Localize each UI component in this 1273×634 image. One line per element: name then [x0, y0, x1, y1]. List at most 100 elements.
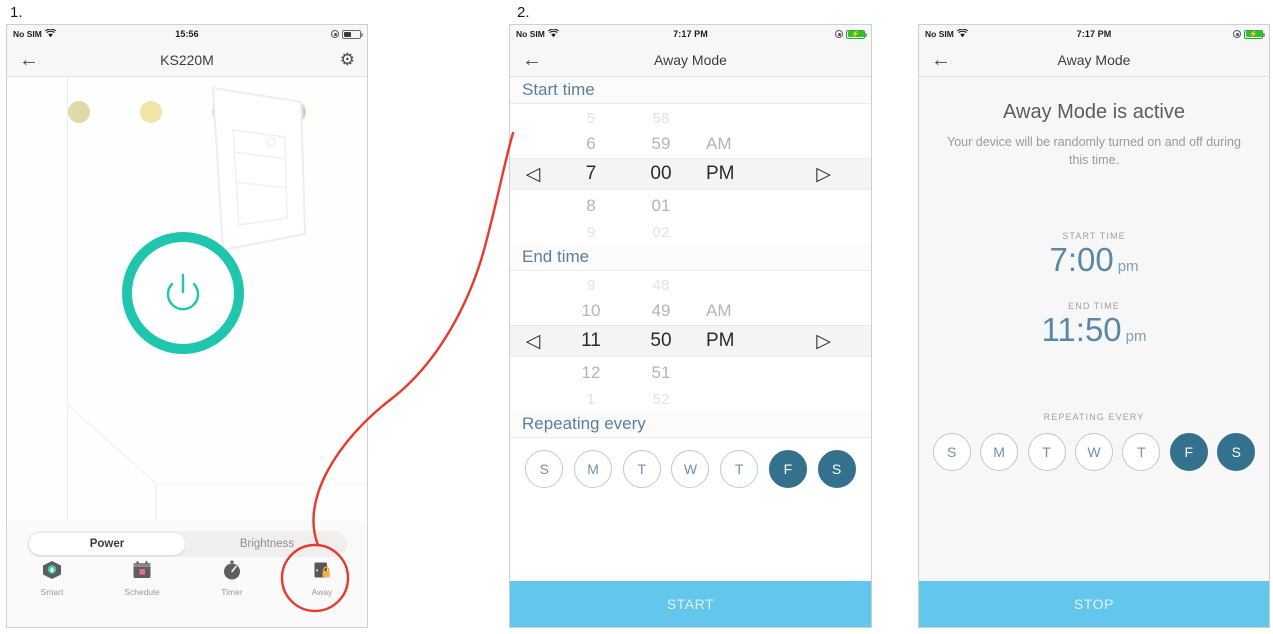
start-sep: :: [1067, 241, 1077, 279]
tab-timer[interactable]: Timer: [187, 557, 277, 611]
away-mode-status-panel: Away Mode is active Your device will be …: [919, 77, 1269, 627]
start-time-display: START TIME 7:00 pm: [1049, 231, 1138, 278]
page-title: Away Mode: [654, 51, 727, 68]
picker-row-selected[interactable]: ◁ 11 50 PM ▷: [510, 325, 871, 357]
battery-icon: [342, 29, 363, 39]
end-time-display: END TIME 11:50 pm: [1042, 301, 1147, 348]
picker-ampm-value: PM: [706, 330, 735, 351]
day-toggle-thu[interactable]: T: [1122, 432, 1161, 471]
picker-row-selected[interactable]: ◁ 7 00 PM ▷: [510, 158, 871, 190]
end-time-picker[interactable]: 9 48 10 49 AM ◁ 11 50 PM ▷ 12 51 1 52: [510, 271, 871, 411]
start-time-value: 7:00 pm: [1049, 242, 1138, 278]
battery-charging-icon: ⚡: [846, 29, 867, 39]
status-description: Your device will be randomly turned on a…: [947, 135, 1241, 168]
status-bar-right: ⚡: [1233, 29, 1265, 39]
day-toggle-fri[interactable]: F: [1169, 432, 1208, 471]
stop-button[interactable]: STOP: [919, 581, 1269, 627]
tab-smart[interactable]: Smart: [7, 557, 97, 611]
picker-row[interactable]: 9 02: [510, 218, 871, 246]
decor-dot: [140, 101, 162, 123]
gear-icon[interactable]: ⚙: [340, 51, 355, 68]
end-ampm: pm: [1125, 327, 1147, 345]
step-label-2: 2.: [517, 4, 530, 21]
start-minute: 00: [1076, 241, 1114, 279]
start-ampm: pm: [1117, 258, 1139, 276]
picker-row[interactable]: 5 58: [510, 104, 871, 132]
picker-hour-value: 7: [585, 163, 597, 184]
day-toggle-sun[interactable]: S: [525, 450, 564, 488]
picker-next-arrow-icon[interactable]: ▷: [776, 163, 871, 186]
back-arrow-icon[interactable]: ←: [931, 50, 951, 70]
status-bar: No SIM 7:17 PM ⚡: [919, 25, 1269, 43]
day-toggle-fri[interactable]: F: [768, 450, 807, 488]
picker-row[interactable]: 1 52: [510, 385, 871, 413]
decor-dot: [68, 101, 90, 123]
away-mode-form: Start time 5 58 6 59 AM ◁ 7 00 PM ▷ 8 01…: [510, 77, 871, 627]
phone-screen-away-mode-setup: No SIM 7:17 PM ⚡ ← Away Mode Start time …: [509, 24, 872, 628]
day-toggle-tue[interactable]: T: [1027, 432, 1066, 471]
end-time-header: End time: [510, 244, 871, 271]
picker-row[interactable]: 10 49 AM: [510, 297, 871, 325]
day-toggle-sat[interactable]: S: [1217, 432, 1256, 471]
start-button[interactable]: START: [510, 581, 871, 627]
mode-segmented-control: Power Brightness: [27, 531, 347, 557]
day-toggle-mon[interactable]: M: [574, 450, 613, 488]
picker-row[interactable]: 6 59 AM: [510, 130, 871, 158]
day-toggle-sat[interactable]: S: [817, 450, 856, 488]
calendar-icon: [129, 557, 155, 583]
tab-label: Timer: [221, 587, 243, 597]
back-arrow-icon[interactable]: ←: [19, 50, 39, 70]
picker-prev-arrow-icon[interactable]: ◁: [510, 330, 556, 353]
repeat-day-selector: S M T W T F S: [510, 438, 871, 500]
tab-schedule[interactable]: Schedule: [97, 557, 187, 611]
power-symbol-icon: [166, 273, 200, 311]
page-title: KS220M: [160, 51, 214, 68]
nav-bar: ← Away Mode: [510, 43, 871, 77]
picker-prev-arrow-icon[interactable]: ◁: [510, 163, 556, 186]
away-lock-icon: [309, 557, 335, 583]
status-bar-clock: 7:17 PM: [1076, 29, 1112, 39]
phone-screen-away-mode-active: No SIM 7:17 PM ⚡ ← Away Mode Away Mode i…: [918, 24, 1270, 628]
battery-charging-icon: ⚡: [1244, 29, 1265, 39]
power-toggle-button[interactable]: [122, 232, 244, 354]
status-bar-right: ⚡: [835, 29, 867, 39]
bottom-controls: Power Brightness Smart Schedule Timer Aw…: [7, 521, 367, 627]
picker-row[interactable]: 12 51: [510, 359, 871, 387]
tab-away[interactable]: Away: [277, 557, 367, 611]
picker-ampm-value: PM: [706, 163, 735, 184]
picker-next-arrow-icon[interactable]: ▷: [776, 330, 871, 353]
step-label-1: 1.: [10, 4, 23, 21]
picker-row[interactable]: 8 01: [510, 192, 871, 220]
start-time-picker[interactable]: 5 58 6 59 AM ◁ 7 00 PM ▷ 8 01 9 02: [510, 104, 871, 244]
nav-bar: ← KS220M ⚙: [7, 43, 367, 77]
day-toggle-wed[interactable]: W: [671, 450, 710, 488]
end-time-value: 11:50 pm: [1042, 310, 1147, 348]
start-time-label: START TIME: [1062, 231, 1126, 242]
back-arrow-icon[interactable]: ←: [522, 50, 542, 70]
nav-bar: ← Away Mode: [919, 43, 1269, 77]
tab-label: Smart: [40, 587, 64, 597]
picker-hour-value: 11: [581, 330, 601, 351]
location-icon: [1233, 30, 1241, 38]
status-bar-clock: 7:17 PM: [673, 29, 708, 39]
tab-label: Schedule: [124, 587, 160, 597]
start-time-header: Start time: [510, 77, 871, 104]
day-toggle-sun[interactable]: S: [932, 432, 971, 471]
day-toggle-thu[interactable]: T: [720, 450, 759, 488]
day-toggle-tue[interactable]: T: [622, 450, 661, 488]
segment-power[interactable]: Power: [29, 533, 185, 555]
repeat-day-display: S M T W T F S: [919, 432, 1269, 471]
location-icon: [835, 30, 843, 38]
day-toggle-wed[interactable]: W: [1074, 432, 1113, 471]
tab-label: Away: [311, 587, 333, 597]
content-spacer: [510, 500, 871, 581]
status-bar-right: [331, 29, 363, 39]
start-hour: 7: [1049, 241, 1068, 279]
day-toggle-mon[interactable]: M: [980, 432, 1019, 471]
end-sep: :: [1075, 310, 1085, 348]
device-illustration-area: Power Brightness Smart Schedule Timer Aw…: [7, 77, 367, 627]
segment-brightness[interactable]: Brightness: [189, 533, 345, 555]
picker-row[interactable]: 9 48: [510, 271, 871, 299]
status-title: Away Mode is active: [1003, 101, 1185, 123]
picker-minute-value: 00: [650, 163, 672, 184]
